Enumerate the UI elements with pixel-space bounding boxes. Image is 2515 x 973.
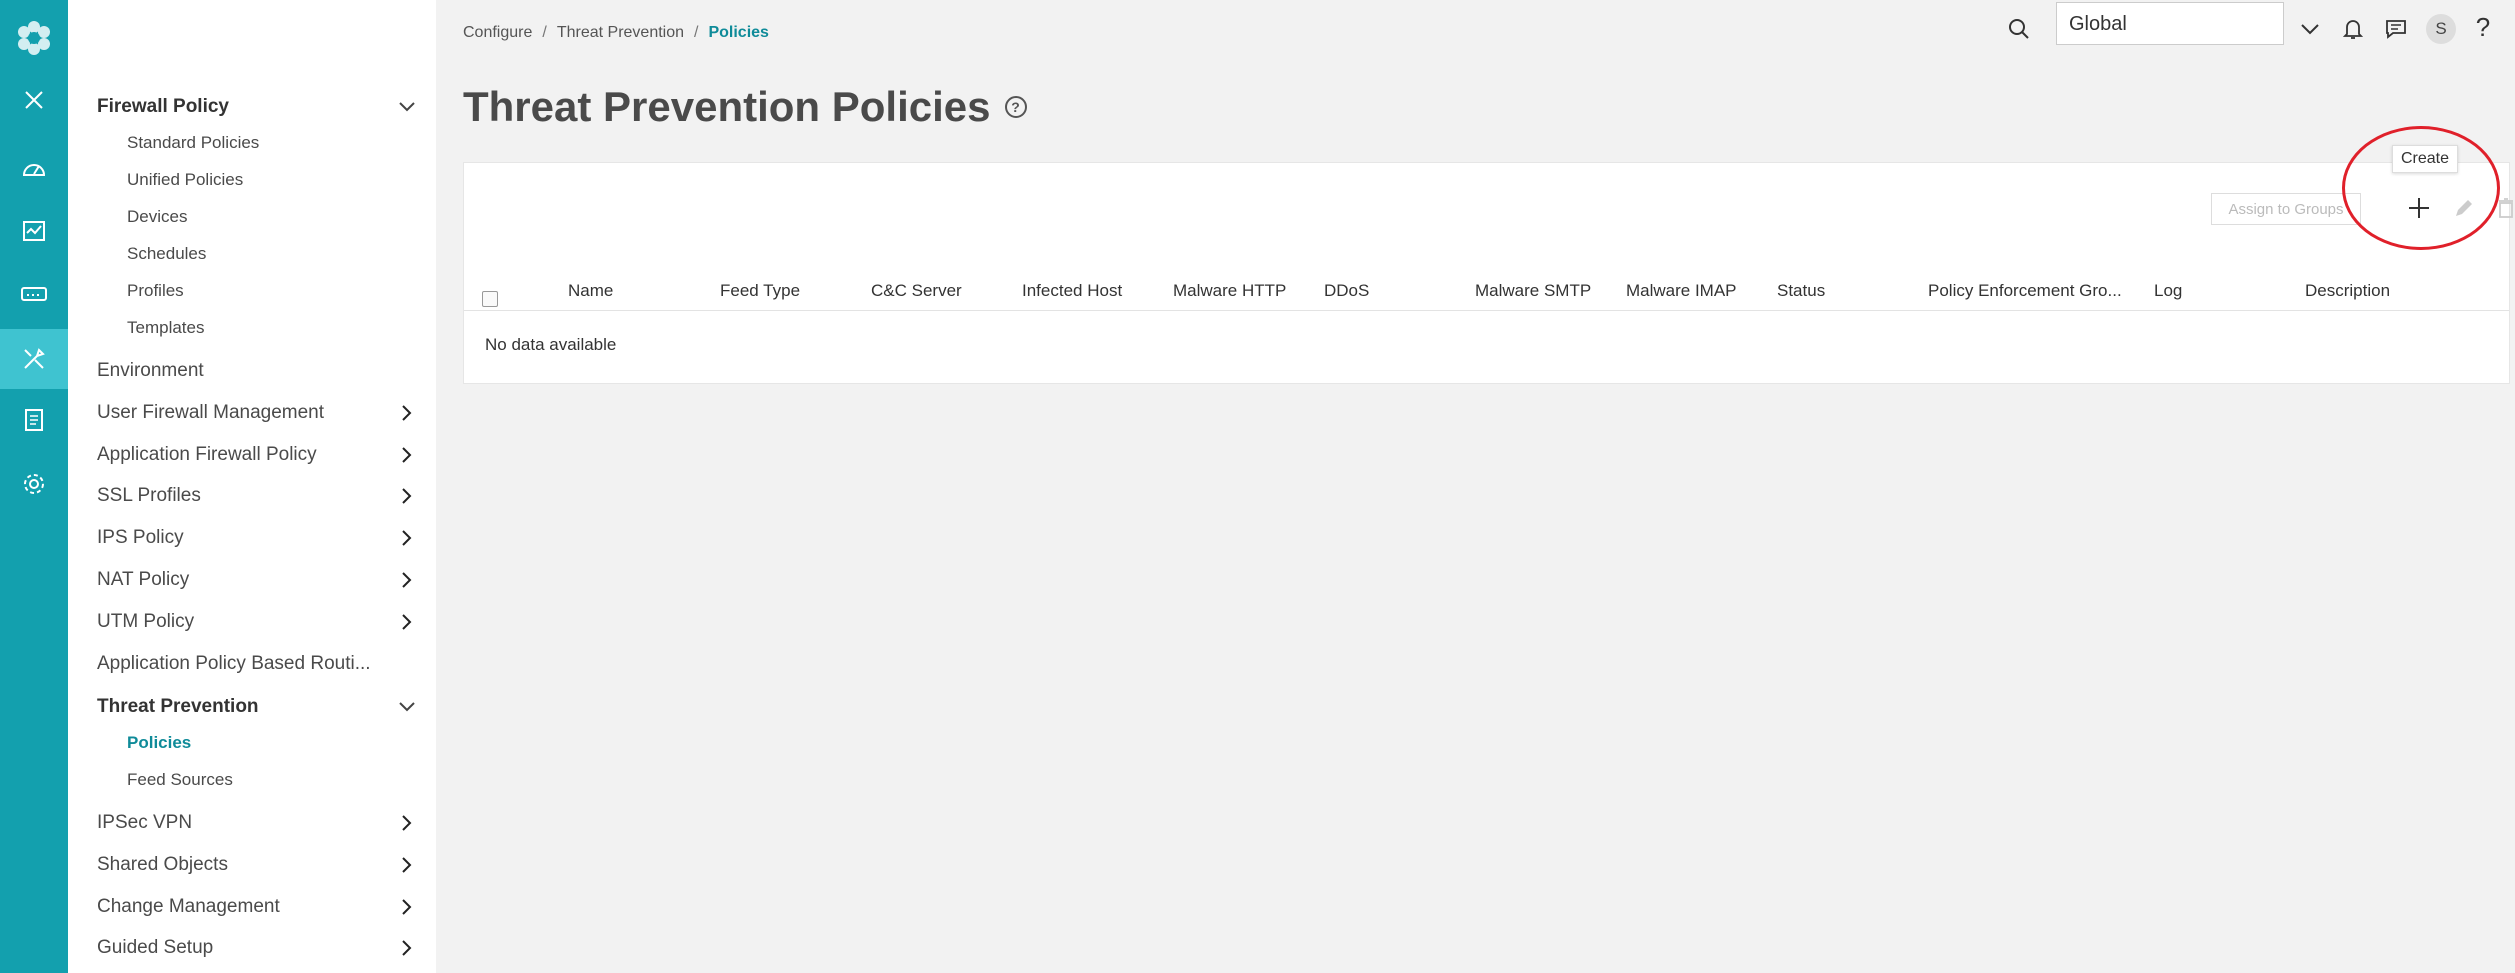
chevron-right-icon bbox=[397, 813, 417, 833]
column-policy-enforcement-group[interactable]: Policy Enforcement Gro... bbox=[1928, 271, 2138, 311]
nav-app-firewall[interactable]: Application Firewall Policy bbox=[97, 440, 417, 470]
chevron-right-icon bbox=[397, 855, 417, 875]
breadcrumb: Configure / Threat Prevention / Policies bbox=[463, 24, 769, 42]
avatar[interactable]: S bbox=[2426, 14, 2456, 44]
column-log[interactable]: Log bbox=[2154, 271, 2294, 311]
chevron-down-icon bbox=[397, 97, 417, 117]
breadcrumb-threat-prevention[interactable]: Threat Prevention bbox=[557, 24, 684, 42]
table-header: Name Feed Type C&C Server Infected Host … bbox=[464, 271, 2509, 311]
nav-nat-policy[interactable]: NAT Policy bbox=[97, 565, 417, 595]
assign-to-groups-button[interactable]: Assign to Groups bbox=[2211, 193, 2361, 225]
configure-icon[interactable] bbox=[0, 329, 68, 389]
nav-unified-policies[interactable]: Unified Policies bbox=[127, 167, 243, 193]
nav-profiles[interactable]: Profiles bbox=[127, 278, 184, 304]
nav-utm-policy-label: UTM Policy bbox=[97, 611, 195, 632]
chevron-right-icon bbox=[397, 445, 417, 465]
chevron-right-icon bbox=[397, 938, 417, 958]
devices-icon[interactable] bbox=[0, 272, 68, 316]
column-cc-server[interactable]: C&C Server bbox=[871, 271, 1011, 311]
breadcrumb-configure[interactable]: Configure bbox=[463, 24, 532, 42]
scope-select[interactable]: Global bbox=[2056, 2, 2284, 45]
nav-environment[interactable]: Environment bbox=[97, 356, 417, 386]
breadcrumb-separator: / bbox=[542, 24, 547, 41]
chevron-right-icon bbox=[397, 486, 417, 506]
nav-threat-prevention-label: Threat Prevention bbox=[97, 696, 259, 717]
nav-guided-setup[interactable]: Guided Setup bbox=[97, 933, 417, 963]
nav-feed-sources[interactable]: Feed Sources bbox=[127, 767, 233, 793]
select-all-checkbox[interactable] bbox=[482, 291, 498, 307]
column-status[interactable]: Status bbox=[1777, 271, 1917, 311]
breadcrumb-policies: Policies bbox=[708, 24, 769, 41]
create-tooltip: Create bbox=[2392, 145, 2459, 173]
chevron-down-icon bbox=[397, 697, 417, 717]
monitor-icon[interactable] bbox=[0, 209, 68, 253]
column-malware-imap[interactable]: Malware IMAP bbox=[1626, 271, 1766, 311]
nav-standard-policies[interactable]: Standard Policies bbox=[127, 130, 259, 156]
chevron-right-icon bbox=[397, 612, 417, 632]
breadcrumb-separator: / bbox=[694, 24, 699, 41]
policies-grid-panel: Assign to Groups Create Name Feed Type C… bbox=[463, 126, 2513, 384]
sidebar-nav: Firewall Policy Standard Policies Unifie… bbox=[68, 0, 436, 973]
nav-schedules[interactable]: Schedules bbox=[127, 241, 206, 267]
administration-icon[interactable] bbox=[0, 462, 68, 506]
nav-change-management[interactable]: Change Management bbox=[97, 892, 417, 922]
chevron-right-icon bbox=[397, 570, 417, 590]
help-icon[interactable]: ? bbox=[1004, 96, 1027, 118]
search-icon[interactable] bbox=[2006, 16, 2032, 42]
nav-utm-policy[interactable]: UTM Policy bbox=[97, 607, 417, 637]
chevron-right-icon bbox=[397, 403, 417, 423]
nav-policies[interactable]: Policies bbox=[127, 730, 191, 756]
column-description[interactable]: Description bbox=[2305, 271, 2485, 311]
nav-user-firewall[interactable]: User Firewall Management bbox=[97, 398, 417, 428]
nav-ips-policy-label: IPS Policy bbox=[97, 527, 184, 548]
bell-icon[interactable] bbox=[2340, 16, 2366, 42]
chevron-down-icon[interactable] bbox=[2298, 18, 2322, 42]
create-plus-icon[interactable] bbox=[2404, 193, 2434, 223]
nav-user-firewall-label: User Firewall Management bbox=[97, 402, 325, 423]
icon-rail bbox=[0, 0, 68, 973]
logo-icon[interactable] bbox=[0, 12, 68, 64]
column-name[interactable]: Name bbox=[568, 271, 708, 311]
help-top-icon[interactable]: ? bbox=[2471, 12, 2495, 42]
nav-shared-objects[interactable]: Shared Objects bbox=[97, 850, 417, 880]
column-malware-http[interactable]: Malware HTTP bbox=[1173, 271, 1313, 311]
nav-guided-setup-label: Guided Setup bbox=[97, 937, 214, 958]
main-content: Configure / Threat Prevention / Policies… bbox=[436, 0, 2515, 973]
nav-templates[interactable]: Templates bbox=[127, 315, 204, 341]
nav-app-routing[interactable]: Application Policy Based Routi... bbox=[97, 649, 417, 679]
nav-ssl-profiles[interactable]: SSL Profiles bbox=[97, 481, 417, 511]
close-icon[interactable] bbox=[0, 78, 68, 122]
empty-state-text: No data available bbox=[485, 335, 617, 354]
reports-icon[interactable] bbox=[0, 398, 68, 442]
delete-trash-icon[interactable] bbox=[2494, 193, 2515, 223]
chevron-right-icon bbox=[397, 528, 417, 548]
nav-app-routing-label: Application Policy Based Routi... bbox=[97, 653, 371, 674]
nav-ips-policy[interactable]: IPS Policy bbox=[97, 523, 417, 553]
page-title: Threat Prevention Policies ? bbox=[463, 83, 1027, 131]
nav-threat-prevention[interactable]: Threat Prevention bbox=[97, 692, 417, 722]
column-malware-smtp[interactable]: Malware SMTP bbox=[1475, 271, 1615, 311]
nav-ssl-profiles-label: SSL Profiles bbox=[97, 485, 201, 506]
nav-devices[interactable]: Devices bbox=[127, 204, 187, 230]
dashboard-icon[interactable] bbox=[0, 146, 68, 190]
nav-firewall-policy[interactable]: Firewall Policy bbox=[97, 92, 417, 122]
nav-firewall-policy-label: Firewall Policy bbox=[97, 96, 229, 117]
edit-pencil-icon[interactable] bbox=[2449, 193, 2479, 223]
nav-shared-objects-label: Shared Objects bbox=[97, 854, 228, 875]
chevron-right-icon bbox=[397, 897, 417, 917]
nav-change-management-label: Change Management bbox=[97, 896, 280, 917]
nav-app-firewall-label: Application Firewall Policy bbox=[97, 444, 317, 465]
column-infected-host[interactable]: Infected Host bbox=[1022, 271, 1162, 311]
messages-icon[interactable] bbox=[2383, 16, 2409, 42]
nav-environment-label: Environment bbox=[97, 360, 204, 381]
nav-ipsec-vpn-label: IPSec VPN bbox=[97, 812, 193, 833]
page-title-text: Threat Prevention Policies bbox=[463, 83, 991, 130]
column-feed-type[interactable]: Feed Type bbox=[720, 271, 860, 311]
nav-nat-policy-label: NAT Policy bbox=[97, 569, 190, 590]
column-ddos[interactable]: DDoS bbox=[1324, 271, 1464, 311]
nav-ipsec-vpn[interactable]: IPSec VPN bbox=[97, 808, 417, 838]
